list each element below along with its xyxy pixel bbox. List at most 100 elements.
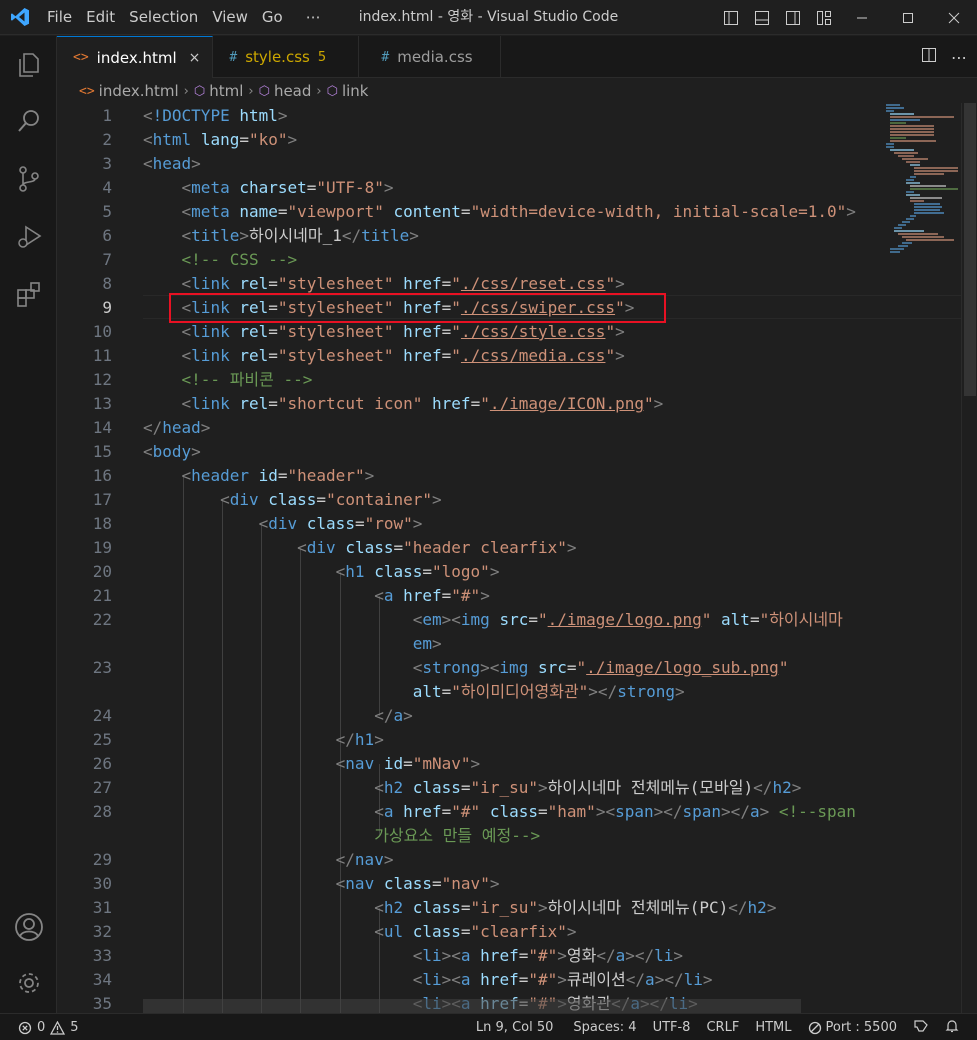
line-code: <li><a href="#">영화</a></li>: [412, 946, 684, 965]
code-line[interactable]: 6 <title>하이시네마_1</title>: [57, 224, 961, 248]
code-line[interactable]: 1 <!DOCTYPE html>: [57, 104, 961, 128]
line-number: 33: [92, 946, 112, 965]
code-editor[interactable]: 1 <!DOCTYPE html> 2 <html lang="ko"> 3 <head>…: [57, 103, 961, 1013]
breadcrumb-file[interactable]: index.html: [99, 82, 179, 100]
line-number: 18: [92, 514, 112, 533]
line-code: <a href="#" class="ham"><span></span></a…: [374, 802, 856, 821]
chevron-right-icon: ›: [316, 83, 322, 99]
toggle-secondary-sidebar-icon[interactable]: [777, 0, 808, 35]
manage-gear-icon[interactable]: [0, 958, 57, 1008]
problems-indicator[interactable]: 0 5: [18, 1014, 79, 1040]
code-line[interactable]: 가상요소 만들 예정-->: [57, 824, 961, 848]
code-line[interactable]: 4 <meta charset="UTF-8">: [57, 176, 961, 200]
code-line[interactable]: 16 <header id="header">: [57, 464, 961, 488]
end-of-line[interactable]: CRLF: [698, 1020, 747, 1035]
split-editor-icon[interactable]: [921, 47, 937, 67]
code-line[interactable]: 5 <meta name="viewport" content="width=d…: [57, 200, 961, 224]
code-line[interactable]: 25 </h1>: [57, 728, 961, 752]
html-file-icon: <>: [73, 50, 89, 65]
menu-go[interactable]: Go: [255, 0, 290, 35]
close-tab-icon[interactable]: ×: [189, 50, 201, 66]
code-line[interactable]: alt="하이미디어영화관"></strong>: [57, 680, 961, 704]
live-server-port[interactable]: Port : 5500: [800, 1020, 906, 1035]
code-line[interactable]: 12 <!-- 파비콘 -->: [57, 368, 961, 392]
code-line[interactable]: 2 <html lang="ko">: [57, 128, 961, 152]
toggle-primary-sidebar-icon[interactable]: [715, 0, 746, 35]
element-icon: ⬡: [326, 83, 338, 99]
customize-layout-icon[interactable]: [808, 0, 839, 35]
warning-count: 5: [70, 1020, 79, 1035]
code-line[interactable]: 33 <li><a href="#">영화</a></li>: [57, 944, 961, 968]
menu-selection[interactable]: Selection: [122, 0, 205, 35]
code-line[interactable]: em>: [57, 632, 961, 656]
breadcrumb-link[interactable]: link: [342, 82, 369, 100]
vscode-logo-icon: [0, 0, 40, 35]
line-code: <link rel="shortcut icon" href="./image/…: [181, 394, 664, 413]
code-line[interactable]: 31 <h2 class="ir_su">하이시네마 전체메뉴(PC)</h2>: [57, 896, 961, 920]
code-line[interactable]: 11 <link rel="stylesheet" href="./css/me…: [57, 344, 961, 368]
code-line[interactable]: 24 </a>: [57, 704, 961, 728]
breadcrumb-head[interactable]: head: [274, 82, 311, 100]
source-control-icon[interactable]: [0, 154, 57, 204]
code-line[interactable]: 27 <h2 class="ir_su">하이시네마 전체메뉴(모바일)</h2…: [57, 776, 961, 800]
horizontal-scrollbar[interactable]: [143, 999, 801, 1013]
code-line[interactable]: 34 <li><a href="#">큐레이션</a></li>: [57, 968, 961, 992]
menu-edit[interactable]: Edit: [79, 0, 122, 35]
line-number: 13: [92, 394, 112, 413]
vertical-scrollbar[interactable]: [961, 103, 977, 1013]
code-line[interactable]: 17 <div class="container">: [57, 488, 961, 512]
code-line[interactable]: 14 </head>: [57, 416, 961, 440]
code-line[interactable]: 29 </nav>: [57, 848, 961, 872]
more-actions-icon[interactable]: ⋯: [951, 48, 967, 67]
encoding[interactable]: UTF-8: [645, 1020, 699, 1035]
line-number: 17: [92, 490, 112, 509]
notifications-bell-icon[interactable]: [937, 1019, 967, 1037]
editor-tabs: <> index.html × # style.css 5 # media.cs…: [57, 36, 977, 78]
code-line[interactable]: 32 <ul class="clearfix">: [57, 920, 961, 944]
line-code: <!DOCTYPE html>: [143, 106, 288, 125]
indentation[interactable]: Spaces: 4: [561, 1020, 644, 1035]
menu-view[interactable]: View: [205, 0, 255, 35]
code-line[interactable]: 15 <body>: [57, 440, 961, 464]
code-line[interactable]: 3 <head>: [57, 152, 961, 176]
code-line[interactable]: 30 <nav class="nav">: [57, 872, 961, 896]
language-mode[interactable]: HTML: [747, 1020, 799, 1035]
maximize-icon[interactable]: [885, 0, 931, 35]
toggle-panel-icon[interactable]: [746, 0, 777, 35]
code-line[interactable]: 23 <strong><img src="./image/logo_sub.pn…: [57, 656, 961, 680]
tab-style-css[interactable]: # style.css 5: [213, 36, 360, 78]
line-number: 31: [92, 898, 112, 917]
code-line[interactable]: 13 <link rel="shortcut icon" href="./ima…: [57, 392, 961, 416]
code-line[interactable]: 28 <a href="#" class="ham"><span></span>…: [57, 800, 961, 824]
code-line[interactable]: 7 <!-- CSS -->: [57, 248, 961, 272]
close-window-icon[interactable]: [931, 0, 977, 35]
copilot-icon[interactable]: [905, 1019, 937, 1037]
breadcrumb-html[interactable]: html: [209, 82, 243, 100]
search-icon[interactable]: [0, 96, 57, 146]
line-code: <h2 class="ir_su">하이시네마 전체메뉴(모바일)</h2>: [374, 778, 802, 797]
minimize-icon[interactable]: [839, 0, 885, 35]
code-line[interactable]: 21 <a href="#">: [57, 584, 961, 608]
code-line[interactable]: 26 <nav id="mNav">: [57, 752, 961, 776]
explorer-icon[interactable]: [0, 40, 57, 90]
code-line[interactable]: 10 <link rel="stylesheet" href="./css/st…: [57, 320, 961, 344]
scrollbar-thumb[interactable]: [964, 103, 976, 396]
line-number: 14: [92, 418, 112, 437]
code-line[interactable]: 22 <em><img src="./image/logo.png" alt="…: [57, 608, 961, 632]
code-line[interactable]: 18 <div class="row">: [57, 512, 961, 536]
menu-file[interactable]: File: [40, 0, 79, 35]
run-debug-icon[interactable]: [0, 212, 57, 262]
tab-media-css[interactable]: # media.css: [359, 36, 502, 78]
code-line[interactable]: 20 <h1 class="logo">: [57, 560, 961, 584]
code-line[interactable]: 19 <div class="header clearfix">: [57, 536, 961, 560]
minimap[interactable]: [884, 103, 961, 1013]
line-code: 가상요소 만들 예정-->: [374, 826, 541, 845]
extensions-icon[interactable]: [0, 270, 57, 320]
tab-index-html[interactable]: <> index.html ×: [57, 36, 214, 78]
menu-more[interactable]: ⋯: [290, 0, 328, 35]
line-code: em>: [412, 634, 442, 653]
accounts-icon[interactable]: [0, 902, 57, 952]
cursor-position[interactable]: Ln 9, Col 50: [468, 1020, 561, 1035]
line-number: 20: [92, 562, 112, 581]
line-number: 28: [92, 802, 112, 821]
